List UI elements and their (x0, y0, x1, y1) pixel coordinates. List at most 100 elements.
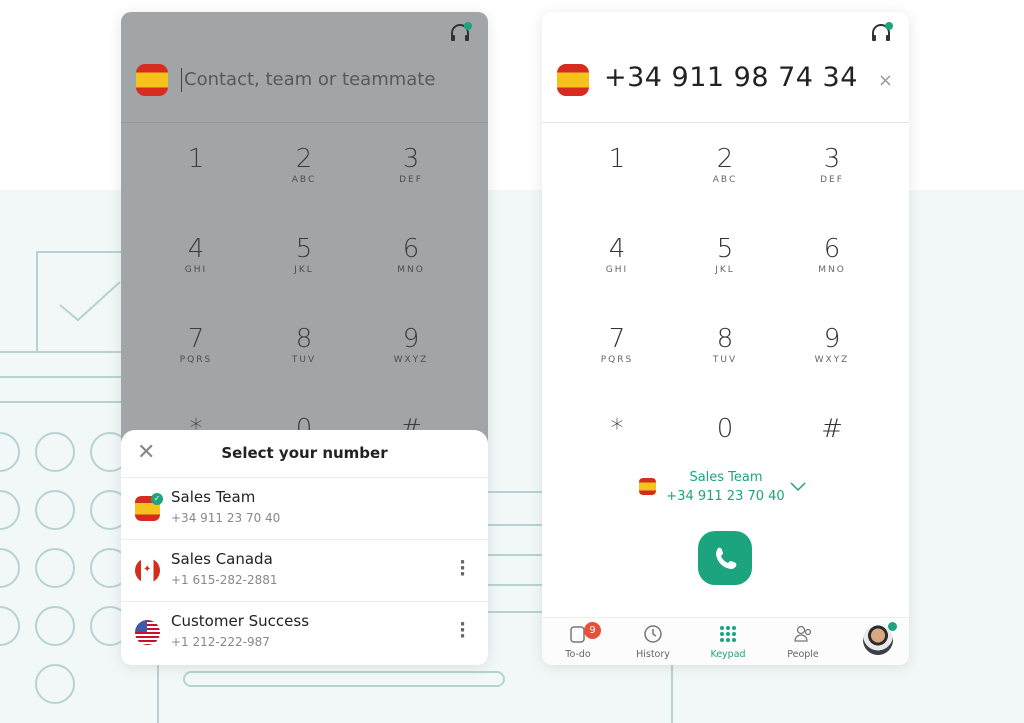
number-value: +1 212-222-987 (171, 635, 270, 649)
keypad-icon (720, 626, 736, 642)
keypad-key-8[interactable]: 8 TUV (259, 323, 349, 393)
key-digit: 7 (187, 324, 205, 354)
number-name: Customer Success (171, 612, 310, 630)
keypad-key-3[interactable]: 3 DEF (366, 143, 456, 213)
key-digit: 6 (402, 234, 420, 264)
key-digit: 5 (716, 234, 734, 264)
key-letters: DEF (820, 175, 844, 185)
user-avatar[interactable] (863, 622, 897, 655)
select-number-sheet: ✕ Select your number ✓ Sales Team +34 911 … (121, 430, 488, 665)
key-digit: 7 (608, 324, 626, 354)
chevron-down-icon[interactable] (790, 482, 806, 492)
nav-tab-label: To-do (565, 649, 591, 660)
keypad-key-star[interactable]: * (572, 413, 662, 483)
keypad-key-2[interactable]: 2 ABC (680, 143, 770, 213)
keypad-key-1[interactable]: 1 (572, 143, 662, 213)
key-letters: GHI (605, 265, 629, 275)
headset-status-icon[interactable] (869, 22, 893, 46)
key-digit: 8 (295, 324, 313, 354)
spain-flag-icon[interactable] (557, 64, 589, 96)
nav-tab-people[interactable]: People (773, 622, 833, 664)
more-options-icon[interactable]: · · · (459, 554, 466, 584)
dialer-header: Contact, team or teammate (121, 12, 488, 123)
clear-icon[interactable]: × (878, 70, 893, 91)
keypad-key-5[interactable]: 5 JKL (680, 233, 770, 303)
headset-status-icon[interactable] (448, 22, 472, 46)
number-value: +1 615-282-2881 (171, 573, 278, 587)
key-letters: DEF (399, 175, 423, 185)
keypad-key-9[interactable]: 9 WXYZ (787, 323, 877, 393)
key-letters: TUV (712, 355, 738, 365)
keypad-key-6[interactable]: 6 MNO (366, 233, 456, 303)
key-digit: 9 (823, 324, 841, 354)
key-letters: TUV (291, 355, 317, 365)
keypad-key-0[interactable]: 0 (680, 413, 770, 483)
key-letters: GHI (184, 265, 208, 275)
canada-flag-icon: ✦ (135, 558, 160, 583)
key-digit: 2 (295, 144, 313, 174)
sheet-title: Select your number (221, 444, 388, 462)
keypad-key-7[interactable]: 7 PQRS (572, 323, 662, 393)
keypad-key-hash[interactable]: # (787, 413, 877, 483)
key-digit: 1 (608, 144, 626, 174)
key-digit: 1 (187, 144, 205, 174)
number-name: Sales Canada (171, 550, 273, 568)
more-options-icon[interactable]: · · · (459, 616, 466, 646)
call-button[interactable] (698, 531, 752, 585)
selected-number-value: +34 911 23 70 40 (666, 489, 785, 504)
nav-tab-to-do[interactable]: 9 To-do (548, 622, 608, 664)
key-digit: 3 (402, 144, 420, 174)
key-digit: 5 (295, 234, 313, 264)
bottom-nav: 9 To-do History Keypad People (542, 617, 909, 665)
spain-flag-icon[interactable] (136, 64, 168, 96)
key-digit: 9 (402, 324, 420, 354)
keypad-key-4[interactable]: 4 GHI (572, 233, 662, 303)
nav-tab-history[interactable]: History (623, 622, 683, 664)
key-letters: WXYZ (814, 355, 850, 365)
contact-search-input[interactable]: Contact, team or teammate (181, 68, 435, 92)
key-letters: MNO (818, 265, 846, 275)
keypad-key-2[interactable]: 2 ABC (259, 143, 349, 213)
nav-tab-label: History (636, 649, 670, 660)
key-letters: JKL (715, 265, 735, 275)
key-letters: JKL (294, 265, 314, 275)
key-digit: # (821, 414, 843, 444)
key-digit: 4 (187, 234, 205, 264)
people-icon (794, 625, 812, 642)
phone-number-input[interactable]: +34 911 98 74 34 (604, 62, 858, 93)
key-digit: 2 (716, 144, 734, 174)
key-letters: WXYZ (393, 355, 429, 365)
keypad-key-6[interactable]: 6 MNO (787, 233, 877, 303)
nav-tab-keypad[interactable]: Keypad (698, 622, 758, 664)
key-digit: * (610, 414, 624, 444)
key-digit: 4 (608, 234, 626, 264)
key-letters: ABC (291, 175, 317, 185)
online-status-dot (888, 622, 897, 631)
number-name: Sales Team (171, 488, 256, 506)
left-dialer-panel: Contact, team or teammate 1 2 ABC 3 DEF 4 GHI 5… (121, 12, 488, 665)
keypad-key-5[interactable]: 5 JKL (259, 233, 349, 303)
number-option-spain[interactable]: ✓ Sales Team +34 911 23 70 40 (121, 477, 488, 539)
notification-badge: 9 (584, 622, 601, 639)
keypad-key-7[interactable]: 7 PQRS (151, 323, 241, 393)
keypad-key-4[interactable]: 4 GHI (151, 233, 241, 303)
usa-flag-icon (135, 620, 160, 645)
nav-tab-label: People (787, 649, 819, 660)
key-letters: PQRS (600, 355, 634, 365)
number-option-canada[interactable]: ✦ Sales Canada +1 615-282-2881 · · · (121, 539, 488, 601)
key-letters: MNO (397, 265, 425, 275)
history-icon (644, 625, 662, 643)
number-value: +34 911 23 70 40 (171, 511, 281, 525)
right-dialer-panel: +34 911 98 74 34 × 1 2 ABC 3 DEF 4 GHI 5 JKL 6 MNO… (542, 12, 909, 665)
keypad-key-1[interactable]: 1 (151, 143, 241, 213)
key-digit: 8 (716, 324, 734, 354)
key-digit: 6 (823, 234, 841, 264)
phone-icon (716, 547, 737, 569)
keypad-key-8[interactable]: 8 TUV (680, 323, 770, 393)
dialer-header: +34 911 98 74 34 × (542, 12, 909, 123)
keypad-key-3[interactable]: 3 DEF (787, 143, 877, 213)
keypad-key-9[interactable]: 9 WXYZ (366, 323, 456, 393)
key-letters: ABC (712, 175, 738, 185)
number-option-usa[interactable]: Customer Success +1 212-222-987 · · · (121, 601, 488, 663)
key-digit: 0 (716, 414, 734, 444)
